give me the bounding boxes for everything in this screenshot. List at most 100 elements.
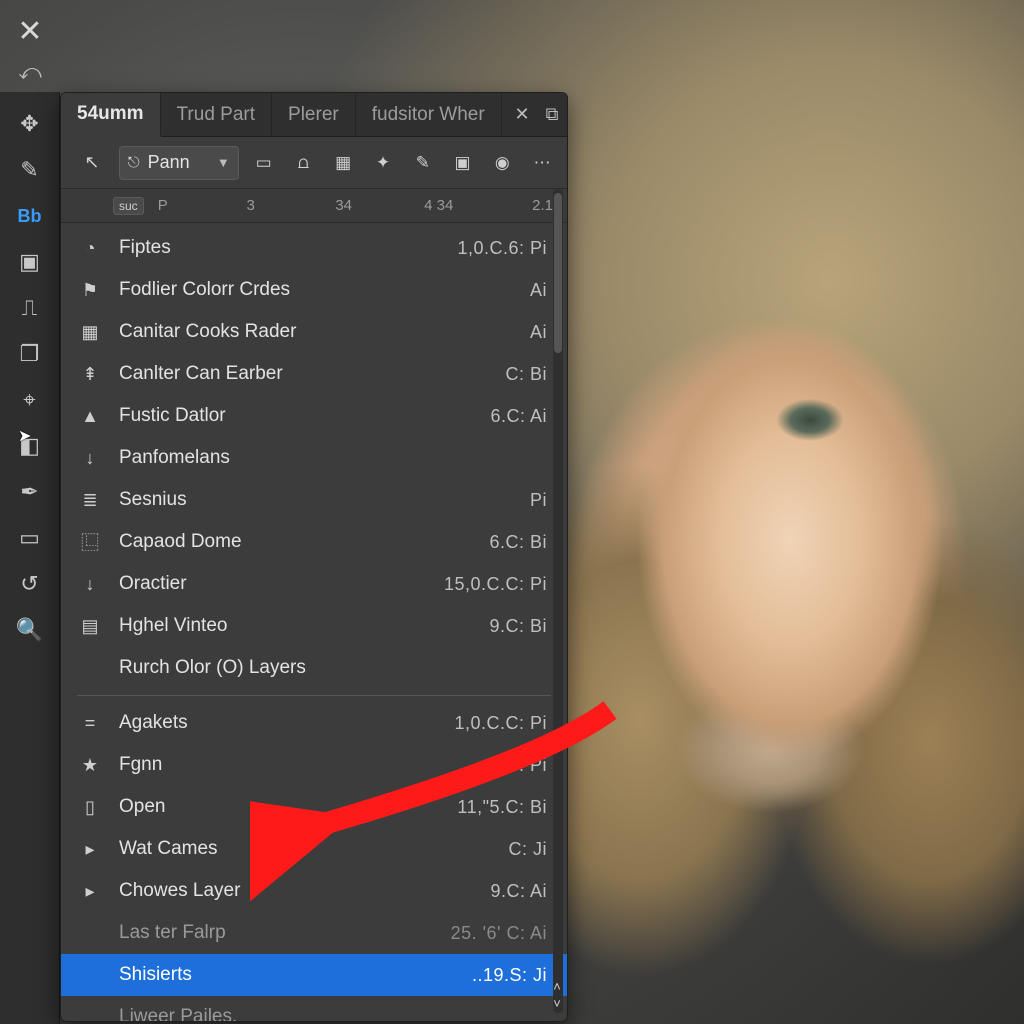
menu-item[interactable]: ≣ Sesnius Pi	[61, 479, 567, 521]
menu-item[interactable]: ▤Hghel Vinteo9.C: Bi	[61, 605, 567, 647]
heal-tool-icon[interactable]: ⌖	[10, 380, 50, 420]
menu-item[interactable]: ⚑Fodlier Colorr CrdesAi	[61, 269, 567, 311]
menu-item[interactable]: =Agakets1,0.C.C: Pi	[61, 702, 567, 744]
star-icon: ★	[77, 755, 103, 776]
edit-icon[interactable]: ✎	[408, 148, 438, 178]
tab-0[interactable]: 54umm	[61, 93, 161, 137]
menu-item[interactable]: Ljweer Pailes.	[61, 996, 567, 1021]
search-tool-icon[interactable]: 🔍	[10, 610, 50, 650]
wand-icon[interactable]: ✦	[368, 148, 398, 178]
menu-item[interactable]: ⿺Capaod Dome6.C: Bi	[61, 521, 567, 563]
grid-icon: ▦	[77, 322, 103, 343]
menu-item-label: Open	[119, 796, 165, 818]
ruler-mark: 4 34	[424, 197, 513, 214]
ruler-mark: 2.1	[513, 197, 553, 214]
menu-item-label: Fodlier Colorr Crdes	[119, 279, 290, 301]
list-icon: ≣	[77, 490, 103, 511]
panel-popout-button[interactable]: ⧉	[537, 93, 567, 136]
clone-tool-icon[interactable]: ❐	[10, 334, 50, 374]
tool-rail: ✥ ✎ Bb ➤ ▣ ⎍ ❐ ⌖ ◧ ✒ ▭ ↺ 🔍	[0, 92, 60, 1024]
menu-item-label: Wat Cames	[119, 838, 218, 860]
chevron-up-icon[interactable]: ˄	[553, 979, 561, 994]
portrait-subject	[560, 100, 1024, 1000]
menu-item-label: Fiptes	[119, 237, 171, 259]
menu-item-label: Panfomelans	[119, 447, 230, 469]
menu-item[interactable]: ▦Canitar Cooks RaderAi	[61, 311, 567, 353]
crop-tool-icon[interactable]: ▣	[10, 242, 50, 282]
window-top-strip: ✕ ⤺	[0, 0, 60, 90]
ruler-mark: P	[158, 197, 247, 214]
menu-item[interactable]: ◔Fiptes1,0.C.6: Pi	[61, 227, 567, 269]
folder-tool-icon[interactable]: ▭	[10, 518, 50, 558]
gradient-tool-icon[interactable]: ◧	[10, 426, 50, 466]
link-icon[interactable]: ⩍	[289, 148, 319, 178]
more-icon[interactable]: ⋯	[527, 148, 557, 178]
play-icon: ▸	[77, 839, 103, 860]
menu-item-shortcut: 9.C: Ai	[490, 881, 547, 902]
tab-label: Plerer	[288, 104, 339, 126]
pen-tool-icon[interactable]: ✒	[10, 472, 50, 512]
adjust-icon[interactable]: ▣	[448, 148, 478, 178]
scrollbar[interactable]	[553, 189, 563, 1013]
scrollbar-thumb[interactable]	[554, 193, 562, 353]
tab-1[interactable]: Trud Part	[161, 93, 273, 136]
tool-pointer-icon[interactable]: ↖	[75, 146, 109, 180]
menu-item-shortcut: C: Ji	[509, 839, 548, 860]
menu-item-label: Oractier	[119, 573, 187, 595]
tab-label: fudsitor Wher	[372, 104, 485, 126]
mode-dropdown[interactable]: ⎋ Pann ▼	[119, 146, 239, 180]
panel-close-button[interactable]: ✕	[507, 93, 537, 136]
menu-item-shortcut: 1,0.C.6: Pi	[457, 238, 547, 259]
layers-icon[interactable]: ▭	[249, 148, 279, 178]
tab-3[interactable]: fudsitor Wher	[356, 93, 502, 136]
menu-divider	[77, 695, 551, 696]
menu-item[interactable]: ▸ Wat Cames C: Ji	[61, 828, 567, 870]
chevron-down-icon[interactable]: ˅	[553, 996, 561, 1011]
menu-list: ◔Fiptes1,0.C.6: Pi⚑Fodlier Colorr CrdesA…	[61, 223, 567, 1021]
move-tool-icon[interactable]: ✥	[10, 104, 50, 144]
menu-item-shortcut: 25. '6' C: Ai	[451, 923, 547, 944]
dropdown-value: Pann	[148, 152, 190, 173]
menu-item[interactable]: Shisierts..19.S: Ji	[61, 954, 567, 996]
menu-item[interactable]: ▯Open11,"5.C: Bi	[61, 786, 567, 828]
warning-icon: ▲	[77, 406, 103, 427]
menu-item-label: Las ter Falrp	[119, 922, 226, 944]
menu-item[interactable]: ★ Fgnn 0.C: Pi	[61, 744, 567, 786]
chevron-down-icon: ▼	[217, 155, 230, 170]
menu-item-shortcut: 0.C: Pi	[489, 755, 547, 776]
play-icon: ▸	[77, 881, 103, 902]
tab-2[interactable]: Plerer	[272, 93, 356, 136]
tab-bar: 54umm Trud Part Plerer fudsitor Wher ✕ ⧉	[61, 93, 567, 137]
history-tool-icon[interactable]: ↺	[10, 564, 50, 604]
brush-tool-icon[interactable]: ✎	[10, 150, 50, 190]
menu-item[interactable]: ↓Oractier15,0.C.C: Pi	[61, 563, 567, 605]
panel-window: 54umm Trud Part Plerer fudsitor Wher ✕ ⧉…	[60, 92, 568, 1022]
scroll-stepper[interactable]: ˄ ˅	[550, 979, 564, 1011]
tab-label: 54umm	[77, 103, 144, 125]
menu-item[interactable]: ▲Fustic Datlor6.C: Ai	[61, 395, 567, 437]
menu-item[interactable]: ▸ Chowes Layer 9.C: Ai	[61, 870, 567, 912]
close-icon[interactable]: ✕	[17, 14, 42, 49]
menu-item[interactable]: Las ter Falrp 25. '6' C: Ai	[61, 912, 567, 954]
menu-item[interactable]: Rurch Olor (O) Layers	[61, 647, 567, 689]
menu-item-shortcut: Pi	[530, 490, 547, 511]
menu-item-label: Chowes Layer	[119, 880, 240, 902]
eyedropper-tool-icon[interactable]: ⎍	[10, 288, 50, 328]
menu-item[interactable]: ↓ Panfomelans	[61, 437, 567, 479]
menu-item-label: Ljweer Pailes.	[119, 1006, 237, 1021]
menu-item-label: Fgnn	[119, 754, 162, 776]
menu-item-shortcut: 9.C: Bi	[489, 616, 547, 637]
menu-item-label: Sesnius	[119, 489, 187, 511]
ruler-chip: suc	[113, 197, 144, 215]
menu-item-shortcut: 6.C: Ai	[490, 406, 547, 427]
menu-item[interactable]: ⇞Canlter Can EarberC: Bi	[61, 353, 567, 395]
menu-item-shortcut: Ai	[530, 280, 547, 301]
mask-icon[interactable]: ▦	[328, 148, 358, 178]
record-icon[interactable]: ◉	[487, 148, 517, 178]
curve-tool-icon[interactable]: ⤺	[18, 59, 42, 85]
menu-item-shortcut: 15,0.C.C: Pi	[444, 574, 547, 595]
menu-item-label: Shisierts	[119, 964, 192, 986]
down-arrow-icon: ↓	[77, 448, 103, 469]
menu-item-label: Capaod Dome	[119, 531, 242, 553]
type-tool-icon[interactable]: Bb	[10, 196, 50, 236]
